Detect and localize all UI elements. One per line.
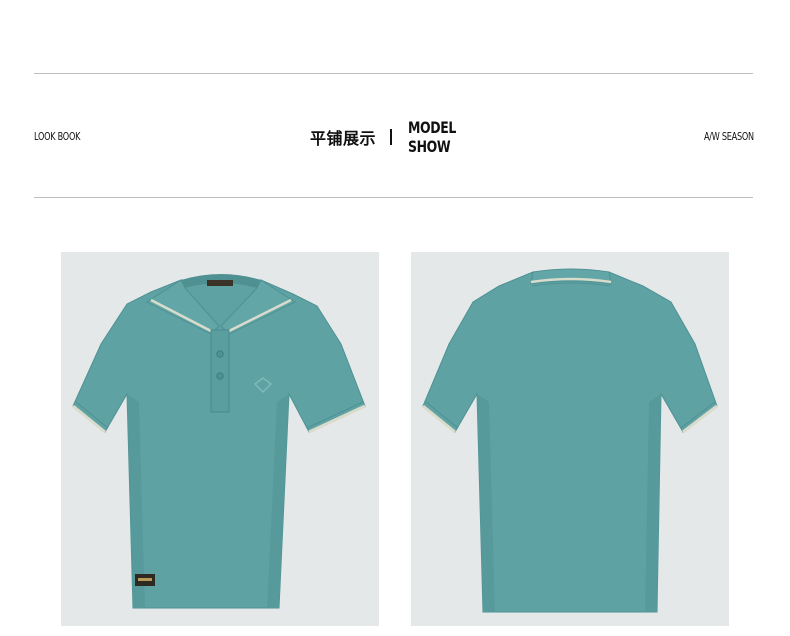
- product-photo-front: [61, 252, 379, 626]
- section-title: 平铺展示 MODEL SHOW: [0, 118, 790, 156]
- bottom-divider-line: [34, 197, 753, 198]
- polo-shirt-front-image: [72, 274, 366, 609]
- top-divider-line: [34, 73, 753, 74]
- section-title-english: MODEL SHOW: [408, 118, 456, 156]
- polo-shirt-back-image: [422, 268, 718, 613]
- title-separator: [390, 129, 392, 145]
- season-label: A/W SEASON: [704, 130, 754, 143]
- section-title-chinese: 平铺展示: [309, 129, 376, 148]
- product-photo-back: [411, 252, 729, 626]
